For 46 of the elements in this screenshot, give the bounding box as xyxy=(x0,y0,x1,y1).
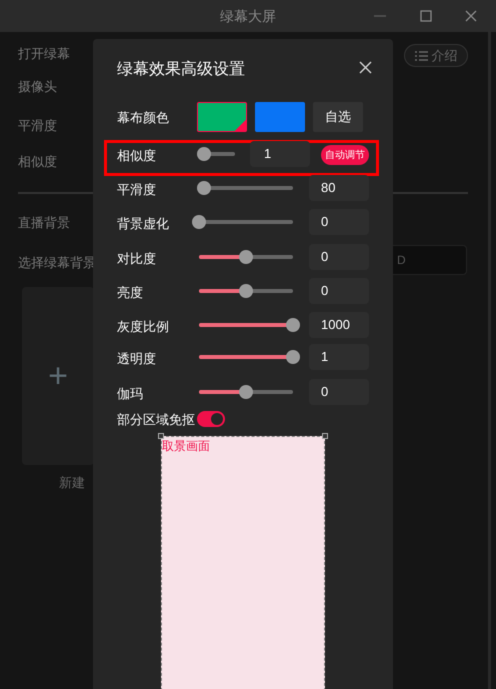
value-field[interactable]: 0 xyxy=(309,244,369,270)
section-label: 直播背景 xyxy=(18,214,70,232)
toggle-switch[interactable] xyxy=(197,411,225,427)
close-icon[interactable] xyxy=(359,61,372,74)
setting-label: 部分区域免抠 xyxy=(117,411,195,429)
resize-handle[interactable] xyxy=(158,433,164,439)
setting-label: 幕布颜色 xyxy=(117,109,169,127)
setting-label: 背景虚化 xyxy=(117,215,169,233)
preview-label: 取景画面 xyxy=(162,438,210,455)
dialog-title: 绿幕效果高级设置 xyxy=(117,60,245,80)
slider-thumb[interactable] xyxy=(286,318,300,332)
auto-adjust-button[interactable]: 自动调节 xyxy=(321,145,369,165)
slider-thumb[interactable] xyxy=(197,147,212,161)
list-icon xyxy=(414,50,428,60)
setting-label: 摄像头 xyxy=(18,78,57,96)
slider-thumb[interactable] xyxy=(192,215,206,229)
value-field[interactable]: 1 xyxy=(250,141,310,167)
setting-label: 对比度 xyxy=(117,250,156,268)
custom-color-button[interactable]: 自选 xyxy=(313,102,363,132)
setting-label: 透明度 xyxy=(117,350,156,368)
new-label: 新建 xyxy=(59,474,85,492)
resize-handle[interactable] xyxy=(322,433,328,439)
slider-thumb[interactable] xyxy=(196,181,211,195)
value-field[interactable]: 80 xyxy=(309,175,369,201)
value-field[interactable]: 0 xyxy=(309,209,369,235)
setting-label: 平滑度 xyxy=(117,181,156,199)
setting-label: 灰度比例 xyxy=(117,318,169,336)
setting-label: 平滑度 xyxy=(18,117,57,135)
slider-thumb[interactable] xyxy=(239,385,253,399)
color-swatch[interactable] xyxy=(197,102,247,132)
slider-thumb[interactable] xyxy=(239,250,253,264)
setting-label: 伽玛 xyxy=(117,385,143,403)
setting-label: 亮度 xyxy=(117,284,143,302)
value-field[interactable]: 1 xyxy=(309,344,369,370)
setting-label: 打开绿幕 xyxy=(18,45,70,63)
color-swatch[interactable] xyxy=(255,102,305,132)
value-field[interactable]: 0 xyxy=(309,278,369,304)
close-icon[interactable] xyxy=(465,10,477,22)
value-field[interactable]: 1000 xyxy=(309,312,369,338)
maximize-icon[interactable] xyxy=(420,10,432,22)
setting-label: 相似度 xyxy=(18,153,57,171)
value-field[interactable]: 0 xyxy=(309,379,369,405)
setting-label: 相似度 xyxy=(117,147,156,165)
window-title: 绿幕大屏 xyxy=(220,6,276,26)
slider-thumb[interactable] xyxy=(286,350,300,364)
slider-thumb[interactable] xyxy=(239,284,253,298)
